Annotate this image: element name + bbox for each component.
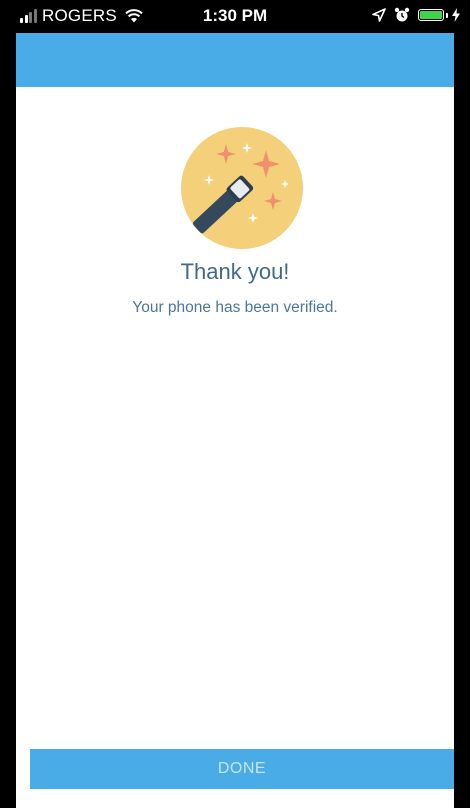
status-bar: ROGERS 1:30 PM <box>0 0 470 33</box>
device-frame: ROGERS 1:30 PM Thank you! Your phone has… <box>0 0 470 808</box>
battery-icon <box>418 9 444 21</box>
verification-message: Your phone has been verified. <box>132 299 338 316</box>
page-title: Thank you! <box>180 259 290 284</box>
done-button[interactable]: DONE <box>30 749 454 789</box>
charging-icon <box>452 8 460 22</box>
magic-wand-icon <box>181 127 303 249</box>
location-icon <box>372 8 386 22</box>
battery-level <box>420 11 442 19</box>
battery-nub <box>446 12 448 18</box>
status-bar-right <box>372 7 460 23</box>
header-bar <box>16 33 454 87</box>
alarm-icon <box>394 7 410 22</box>
app-screen: Thank you! Your phone has been verified.… <box>16 33 454 808</box>
